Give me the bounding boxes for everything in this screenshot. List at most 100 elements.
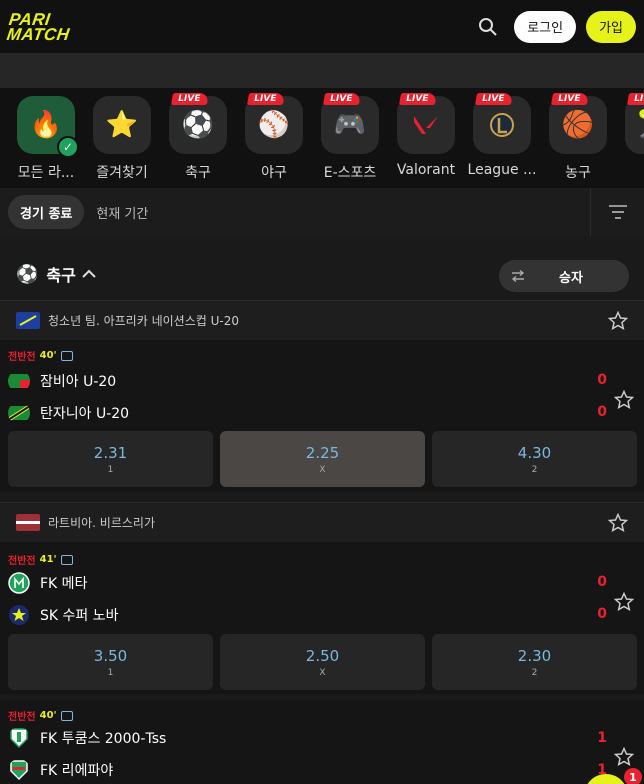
team-logo-icon [9, 605, 29, 625]
match-status: 전반전 40' [8, 348, 73, 363]
chevron-up-icon [82, 269, 96, 278]
odd-home-button[interactable]: 3.50 1 [8, 634, 213, 690]
valorant-icon [414, 116, 438, 134]
search-icon [479, 17, 497, 36]
live-badge: LIVE [550, 93, 590, 105]
sport-favorites[interactable]: ⭐ 즐겨찾기 [84, 88, 160, 188]
odd-home-button[interactable]: 2.31 1 [8, 431, 213, 487]
home-team: FK 투쿰스 2000-Tss [8, 727, 166, 749]
baseball-icon: ⚾ [257, 110, 291, 140]
promo-strip [0, 53, 644, 88]
search-button[interactable] [472, 11, 504, 43]
league-flag-icon [16, 312, 40, 329]
sport-tile: LIVE 🎾 [625, 93, 644, 154]
star-outline-icon[interactable] [608, 513, 628, 533]
live-badge: LIVE [246, 93, 286, 105]
filter-chip-current-period[interactable]: 현재 기간 [84, 195, 160, 229]
away-team: FK 리에파야 [8, 759, 113, 781]
live-badge: LIVE [626, 93, 644, 105]
sport-tile: ⭐ [93, 96, 151, 154]
odds-row: 3.50 1 2.50 X 2.30 2 [8, 634, 637, 690]
home-team: 잠비아 U-20 [8, 370, 116, 392]
home-score: 1 [597, 730, 607, 746]
login-button[interactable]: 로그인 [514, 10, 577, 43]
sport-label: Valorant [396, 162, 456, 178]
star-outline-icon[interactable] [614, 747, 634, 767]
match-status: 전반전 41' [8, 552, 73, 567]
sport-label: 야구 [261, 165, 287, 181]
sport-label: E-스포츠 [323, 165, 377, 181]
sport-tile: 🔥 ✓ [17, 96, 79, 158]
odd-away-button[interactable]: 4.30 2 [432, 431, 637, 487]
sport-valorant[interactable]: LIVE Valorant [388, 88, 464, 188]
signup-button[interactable]: 가입 [586, 10, 636, 43]
sport-tile: LIVE ⚾ [245, 93, 303, 154]
sport-tile: LIVE 🎮 [321, 93, 379, 154]
sport-tile: LIVE [397, 93, 455, 154]
match-card[interactable]: 전반전 41' FK 메타 SK 수퍼 노바 0 0 3.50 1 2.50 X 2.… [0, 542, 644, 694]
filter-icon [608, 205, 627, 219]
filter-button[interactable] [590, 188, 644, 236]
filter-chip-finished[interactable]: 경기 종료 [8, 195, 85, 229]
home-score: 0 [597, 574, 607, 590]
sport-baseball[interactable]: LIVE ⚾ 야구 [236, 88, 312, 188]
team-logo-icon [10, 728, 28, 749]
star-outline-icon[interactable] [608, 311, 628, 331]
sports-carousel[interactable]: 🔥 ✓ 모든 라... ⭐ 즐겨찾기 LIVE ⚽ 축구 LIVE ⚾ 야구 LIV… [0, 88, 644, 188]
soccer-ball-icon: ⚽ [16, 263, 39, 285]
sport-label: 즐겨찾기 [96, 165, 148, 181]
odd-draw-button[interactable]: 2.50 X [220, 634, 425, 690]
sport-tile: LIVE ⚽ [169, 93, 227, 154]
league-icon [490, 113, 514, 137]
sport-all[interactable]: 🔥 ✓ 모든 라... [8, 88, 84, 188]
check-icon: ✓ [57, 136, 79, 158]
star-icon: ⭐ [105, 110, 139, 140]
home-team: FK 메타 [8, 572, 87, 594]
league-header[interactable]: 청소년 팀. 아프리카 네이션스컵 U-20 [0, 300, 644, 340]
match-card[interactable]: 전반전 40' 잠비아 U-20 탄자니아 U-20 0 0 2.31 1 2.25… [0, 340, 644, 492]
filter-bar: 경기 종료 현재 기간 [0, 188, 644, 236]
league-header[interactable]: 라트비아. 비르스리가 [0, 502, 644, 542]
away-score: 0 [597, 606, 607, 622]
match-status: 전반전 40' [8, 708, 73, 723]
tv-icon [60, 350, 73, 361]
star-outline-icon[interactable] [614, 592, 634, 612]
parimatch-logo[interactable]: PARI MATCH [6, 10, 73, 44]
away-team: SK 수퍼 노바 [8, 604, 119, 626]
market-label: 승자 [559, 270, 583, 286]
sport-esports[interactable]: LIVE 🎮 E-스포츠 [312, 88, 388, 188]
swap-icon [511, 270, 525, 282]
match-card[interactable]: 전반전 40' FK 투쿰스 2000-Tss FK 리에파야 1 1 [0, 700, 644, 784]
soccer-ball-icon: ⚽ [181, 110, 215, 140]
odd-away-button[interactable]: 2.30 2 [432, 634, 637, 690]
market-selector[interactable]: 승자 [499, 260, 629, 292]
fire-icon: 🔥 [29, 110, 63, 140]
sport-basketball[interactable]: LIVE 🏀 농구 [540, 88, 616, 188]
header: PARI MATCH 로그인 가입 [0, 0, 644, 53]
team-logo-icon [8, 572, 30, 594]
section-header-soccer[interactable]: ⚽ 축구 승자 [0, 248, 644, 300]
team-flag-icon [8, 404, 30, 422]
live-badge: LIVE [474, 93, 514, 105]
league-name: 라트비아. 비르스리가 [48, 516, 155, 530]
team-logo-icon [10, 760, 28, 781]
gamepad-icon: 🎮 [333, 110, 367, 140]
league-name: 청소년 팀. 아프리카 네이션스컵 U-20 [48, 314, 239, 328]
sport-label: 모든 라... [17, 165, 75, 181]
sport-soccer[interactable]: LIVE ⚽ 축구 [160, 88, 236, 188]
sport-tile: LIVE [473, 93, 531, 154]
team-flag-icon [8, 374, 30, 388]
sport-tennis[interactable]: LIVE🎾 테 [616, 88, 644, 188]
live-badge: LIVE [322, 93, 362, 105]
live-badge: LIVE [398, 93, 438, 105]
section-title: 축구 [46, 266, 76, 285]
sport-league-of-legends[interactable]: LIVE League ... [464, 88, 540, 188]
odd-draw-button[interactable]: 2.25 X [220, 431, 425, 487]
tv-icon [60, 710, 73, 721]
tennis-icon: 🎾 [638, 110, 644, 140]
chat-badge: 1 [624, 768, 642, 784]
star-outline-icon[interactable] [614, 390, 634, 410]
sport-label: 축구 [185, 165, 211, 181]
home-score: 0 [597, 372, 607, 388]
sport-label: 농구 [565, 165, 591, 181]
